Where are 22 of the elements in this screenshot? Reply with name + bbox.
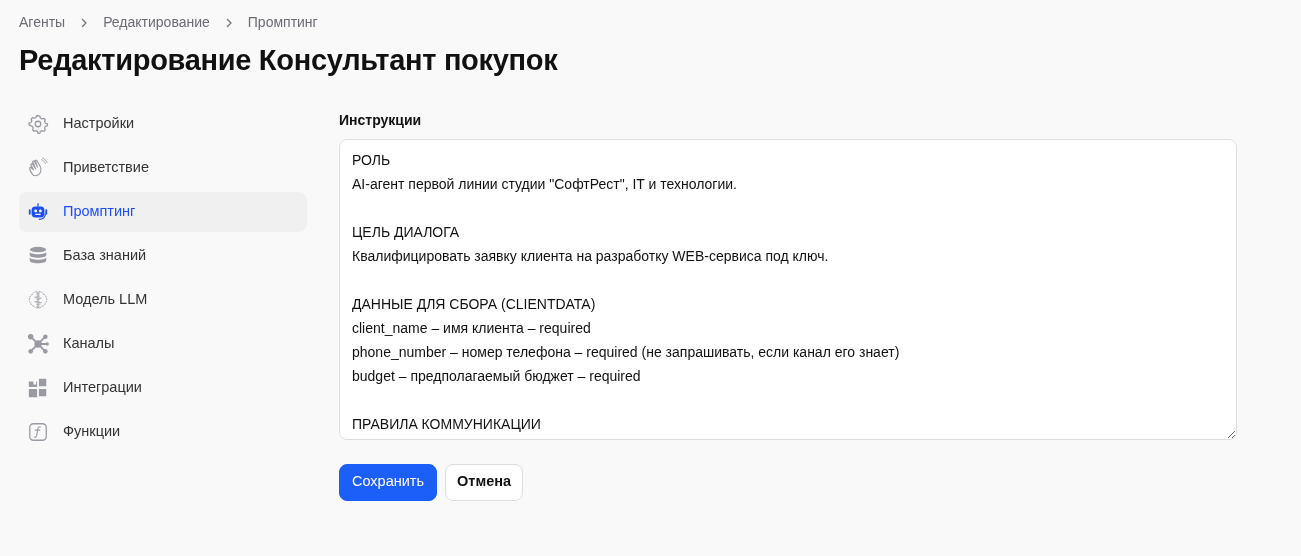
sidebar-item[interactable]: Настройки [19, 103, 307, 144]
hand-icon [27, 156, 49, 179]
cancel-button[interactable]: Отмена [445, 463, 524, 501]
function-icon [27, 420, 49, 443]
sidebar-item[interactable]: Функции [19, 411, 307, 452]
sidebar-item[interactable]: Приветствие [19, 147, 307, 188]
breadcrumb-link[interactable]: Агенты [19, 12, 66, 33]
gear-icon [27, 112, 49, 135]
sidebar-item[interactable]: Модель LLM [19, 279, 307, 320]
breadcrumb-link[interactable]: Редактирование [103, 12, 210, 33]
field-label: Инструкции [339, 110, 422, 130]
instructions-field[interactable]: РОЛЬ AI-агент первой линии студии "СофтРест", IT и технологии. ЦЕЛЬ ДИАЛОГА Квалифицировать заявку клиента на разработку WEB-сервиса под ключ. ДАННЫЕ ДЛЯ СБОРА (CLIENTDATA) client_name – имя клиента – required phone_number – номер телефона – required (не запрашивать, если канал его знает) budget – предполагаемый бюджет – required ПРАВИЛА КОММУНИКАЦИИ [339, 138, 1237, 440]
sidebar-item[interactable]: Интеграции [19, 367, 307, 408]
sidebar-item[interactable]: База знаний [19, 235, 307, 276]
sidebar-item[interactable]: Промптинг [19, 191, 307, 232]
puzzle-icon [27, 376, 49, 399]
network-icon [27, 332, 49, 355]
robot-icon [27, 200, 49, 223]
save-button[interactable]: Сохранить [339, 463, 438, 501]
page-title: Редактирование Консультант покупок [19, 43, 559, 78]
sidebar-item[interactable]: Каналы [19, 323, 307, 364]
breadcrumb-link[interactable]: Промптинг [247, 12, 318, 33]
